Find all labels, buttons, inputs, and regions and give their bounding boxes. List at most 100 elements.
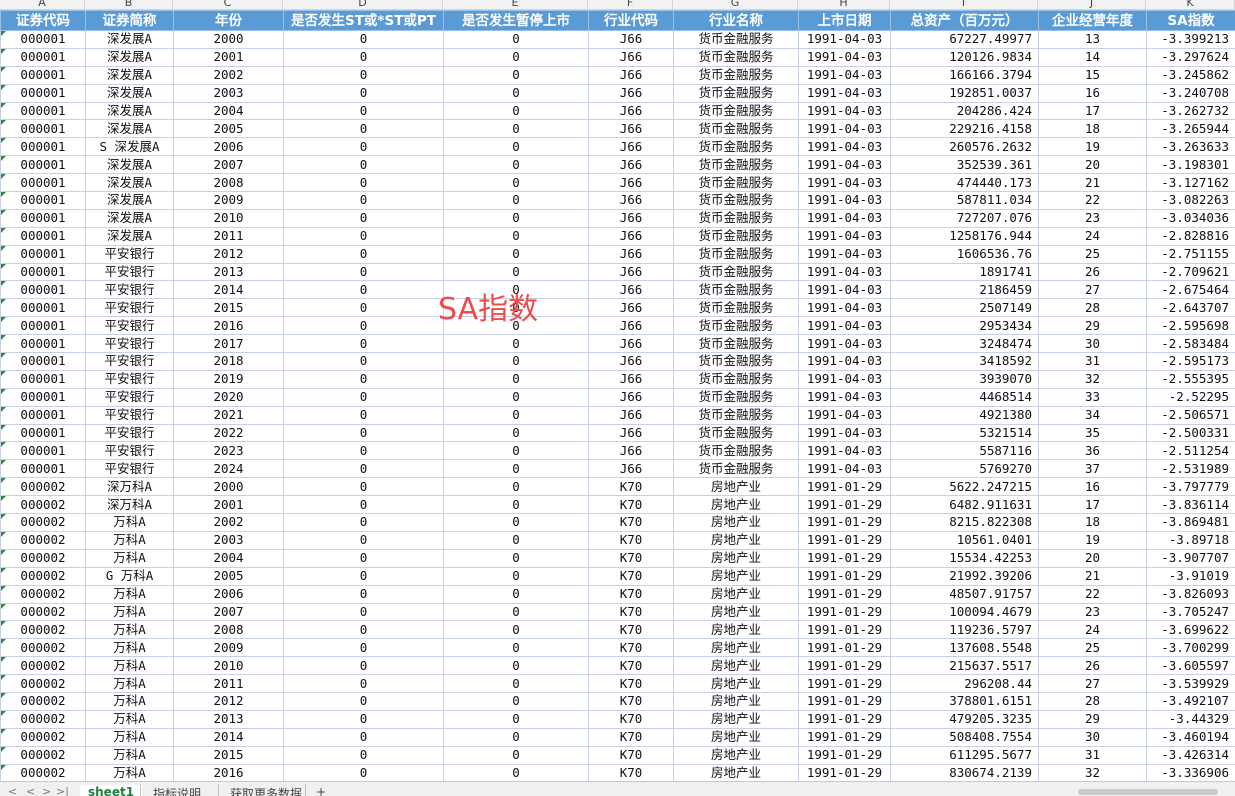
table-cell[interactable]: 2186459 bbox=[891, 281, 1039, 299]
table-cell[interactable]: K70 bbox=[589, 621, 674, 639]
table-cell[interactable]: 31 bbox=[1039, 353, 1147, 371]
table-cell[interactable]: 0 bbox=[444, 370, 589, 388]
table-cell[interactable]: 0 bbox=[444, 317, 589, 335]
table-cell[interactable]: 000002 bbox=[1, 639, 86, 657]
table-cell[interactable]: 房地产业 bbox=[674, 585, 799, 603]
table-cell[interactable]: 20 bbox=[1039, 156, 1147, 174]
table-cell[interactable]: 平安银行 bbox=[86, 245, 174, 263]
table-cell[interactable]: G 万科A bbox=[86, 567, 174, 585]
table-cell[interactable]: 15 bbox=[1039, 66, 1147, 84]
table-cell[interactable]: -2.583484 bbox=[1147, 335, 1235, 353]
table-cell[interactable]: K70 bbox=[589, 496, 674, 514]
table-cell[interactable]: 货币金融服务 bbox=[674, 174, 799, 192]
table-cell[interactable]: 2008 bbox=[174, 174, 284, 192]
column-header[interactable]: 总资产（百万元） bbox=[891, 11, 1039, 31]
column-header[interactable]: 是否发生ST或*ST或PT bbox=[284, 11, 444, 31]
column-header[interactable]: 证券简称 bbox=[86, 11, 174, 31]
table-cell[interactable]: 000001 bbox=[1, 388, 86, 406]
table-cell[interactable]: 13 bbox=[1039, 31, 1147, 49]
table-cell[interactable]: 000001 bbox=[1, 156, 86, 174]
table-cell[interactable]: 2016 bbox=[174, 317, 284, 335]
table-cell[interactable]: -3.797779 bbox=[1147, 478, 1235, 496]
table-cell[interactable]: 296208.44 bbox=[891, 675, 1039, 693]
table-cell[interactable]: 0 bbox=[284, 639, 444, 657]
table-cell[interactable]: J66 bbox=[589, 156, 674, 174]
table-cell[interactable]: 000001 bbox=[1, 245, 86, 263]
table-cell[interactable]: -3.826093 bbox=[1147, 585, 1235, 603]
table-cell[interactable]: -3.265944 bbox=[1147, 120, 1235, 138]
table-cell[interactable]: 0 bbox=[284, 156, 444, 174]
table-cell[interactable]: 2016 bbox=[174, 764, 284, 782]
table-cell[interactable]: 33 bbox=[1039, 388, 1147, 406]
table-cell[interactable]: 万科A bbox=[86, 764, 174, 782]
table-cell[interactable]: 平安银行 bbox=[86, 299, 174, 317]
column-letter[interactable]: A bbox=[0, 0, 85, 9]
table-cell[interactable]: 0 bbox=[284, 514, 444, 532]
table-cell[interactable]: 000001 bbox=[1, 84, 86, 102]
table-cell[interactable]: J66 bbox=[589, 299, 674, 317]
table-cell[interactable]: -3.89718 bbox=[1147, 531, 1235, 549]
table-cell[interactable]: 5769270 bbox=[891, 460, 1039, 478]
table-cell[interactable]: 000001 bbox=[1, 174, 86, 192]
table-cell[interactable]: 0 bbox=[444, 353, 589, 371]
table-cell[interactable]: 1991-01-29 bbox=[799, 514, 891, 532]
table-cell[interactable]: 2018 bbox=[174, 353, 284, 371]
table-cell[interactable]: 000001 bbox=[1, 209, 86, 227]
table-cell[interactable]: J66 bbox=[589, 102, 674, 120]
column-letter[interactable]: H bbox=[798, 0, 890, 9]
table-cell[interactable]: 平安银行 bbox=[86, 424, 174, 442]
table-cell[interactable]: 0 bbox=[284, 353, 444, 371]
table-cell[interactable]: 16 bbox=[1039, 84, 1147, 102]
table-cell[interactable]: -3.605597 bbox=[1147, 657, 1235, 675]
table-cell[interactable]: 1991-04-03 bbox=[799, 192, 891, 210]
table-cell[interactable]: 000001 bbox=[1, 120, 86, 138]
table-cell[interactable]: K70 bbox=[589, 746, 674, 764]
table-cell[interactable]: 货币金融服务 bbox=[674, 156, 799, 174]
table-cell[interactable]: 0 bbox=[444, 209, 589, 227]
table-cell[interactable]: 房地产业 bbox=[674, 549, 799, 567]
table-cell[interactable]: 000002 bbox=[1, 621, 86, 639]
table-cell[interactable]: 1991-04-03 bbox=[799, 263, 891, 281]
table-cell[interactable]: 房地产业 bbox=[674, 675, 799, 693]
table-cell[interactable]: 2017 bbox=[174, 335, 284, 353]
table-cell[interactable]: -2.506571 bbox=[1147, 406, 1235, 424]
table-cell[interactable]: J66 bbox=[589, 174, 674, 192]
table-cell[interactable]: 000002 bbox=[1, 728, 86, 746]
table-cell[interactable]: 万科A bbox=[86, 549, 174, 567]
table-cell[interactable]: 587811.034 bbox=[891, 192, 1039, 210]
table-cell[interactable]: J66 bbox=[589, 317, 674, 335]
table-cell[interactable]: 0 bbox=[284, 388, 444, 406]
table-cell[interactable]: -3.460194 bbox=[1147, 728, 1235, 746]
table-cell[interactable]: 2004 bbox=[174, 102, 284, 120]
table-cell[interactable]: 2001 bbox=[174, 496, 284, 514]
table-cell[interactable]: 2006 bbox=[174, 138, 284, 156]
table-cell[interactable]: 0 bbox=[444, 84, 589, 102]
table-cell[interactable]: 000002 bbox=[1, 675, 86, 693]
table-cell[interactable]: 货币金融服务 bbox=[674, 138, 799, 156]
table-cell[interactable]: 21992.39206 bbox=[891, 567, 1039, 585]
table-cell[interactable]: 24 bbox=[1039, 621, 1147, 639]
table-cell[interactable]: 0 bbox=[284, 585, 444, 603]
table-cell[interactable]: 15534.42253 bbox=[891, 549, 1039, 567]
table-cell[interactable]: 万科A bbox=[86, 531, 174, 549]
table-cell[interactable]: 0 bbox=[284, 424, 444, 442]
table-cell[interactable]: 万科A bbox=[86, 621, 174, 639]
table-cell[interactable]: 0 bbox=[444, 263, 589, 281]
table-cell[interactable]: 0 bbox=[444, 442, 589, 460]
table-cell[interactable]: 0 bbox=[284, 549, 444, 567]
table-cell[interactable]: J66 bbox=[589, 66, 674, 84]
table-cell[interactable]: 房地产业 bbox=[674, 728, 799, 746]
table-cell[interactable]: 0 bbox=[284, 728, 444, 746]
table-cell[interactable]: 2005 bbox=[174, 567, 284, 585]
table-cell[interactable]: 平安银行 bbox=[86, 335, 174, 353]
table-cell[interactable]: 0 bbox=[444, 192, 589, 210]
table-cell[interactable]: 0 bbox=[284, 567, 444, 585]
table-cell[interactable]: 2013 bbox=[174, 263, 284, 281]
table-cell[interactable]: 0 bbox=[444, 156, 589, 174]
table-cell[interactable]: 深发展A bbox=[86, 156, 174, 174]
table-cell[interactable]: 房地产业 bbox=[674, 478, 799, 496]
table-cell[interactable]: 1991-04-03 bbox=[799, 317, 891, 335]
column-header[interactable]: 上市日期 bbox=[799, 11, 891, 31]
table-cell[interactable]: 36 bbox=[1039, 442, 1147, 460]
table-cell[interactable]: J66 bbox=[589, 138, 674, 156]
